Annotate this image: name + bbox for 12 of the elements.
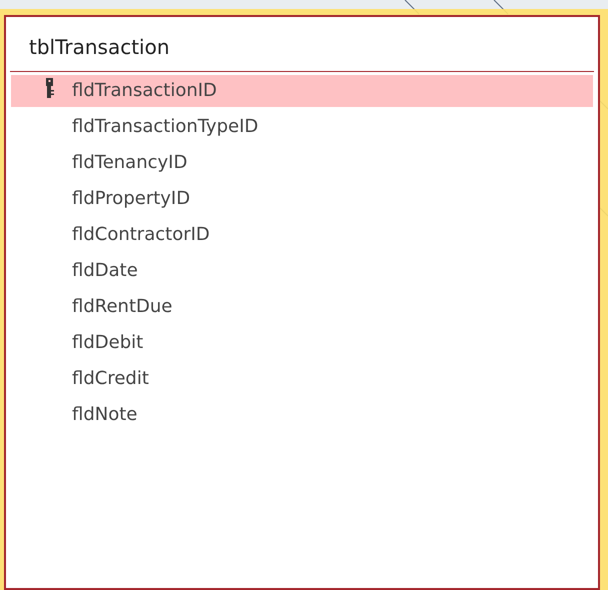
field-row[interactable]: fldTransactionTypeID (11, 111, 593, 143)
field-row[interactable]: fldDate (11, 255, 593, 287)
field-row[interactable]: fldNote (11, 399, 593, 431)
field-row[interactable]: fldDebit (11, 327, 593, 359)
field-row[interactable]: fldPropertyID (11, 183, 593, 215)
table-panel[interactable]: tblTransaction fldTransactionID fldTransactionTypeID fldTenancyID fldPropertyID fldContractorID fldDate fldRentDue fldDebit fldCredit fldNote (4, 15, 600, 590)
table-title: tblTransaction (29, 35, 170, 59)
field-row[interactable]: fldContractorID (11, 219, 593, 251)
field-row[interactable]: fldTransactionID (11, 75, 593, 107)
field-row[interactable]: fldRentDue (11, 291, 593, 323)
field-row[interactable]: fldCredit (11, 363, 593, 395)
field-row[interactable]: fldTenancyID (11, 147, 593, 179)
